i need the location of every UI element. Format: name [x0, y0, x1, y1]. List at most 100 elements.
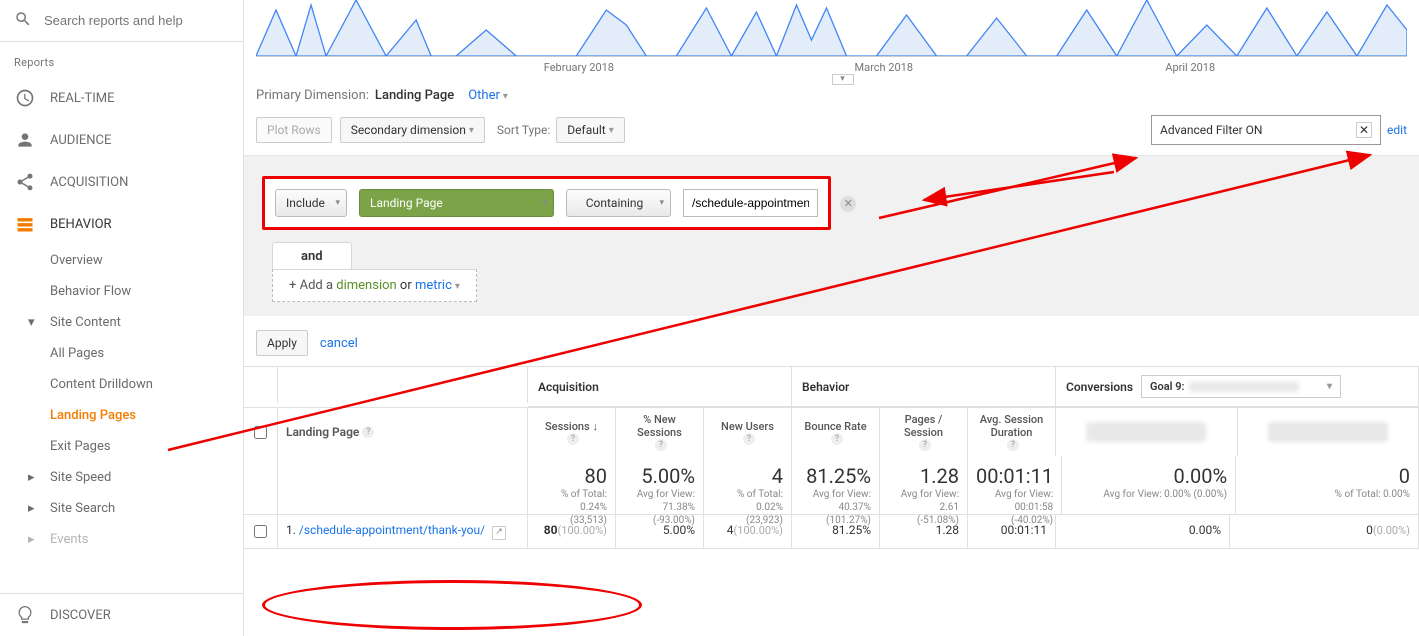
apply-button[interactable]: Apply: [256, 330, 308, 356]
sidebar-item-label: BEHAVIOR: [50, 217, 112, 232]
goal-col-blurred: [1086, 422, 1206, 442]
reports-header: Reports: [0, 42, 243, 77]
help-icon[interactable]: ?: [362, 426, 374, 438]
subnav-events[interactable]: ▸ Events: [0, 524, 243, 555]
search-input[interactable]: [44, 13, 224, 28]
col-label: Avg. Session Duration: [976, 413, 1047, 439]
group-conversions: Conversions Goal 9:▾: [1056, 367, 1419, 407]
col-landing-page[interactable]: Landing Page?: [278, 408, 528, 456]
sort-default-label: Default: [567, 123, 605, 137]
x-tick: April 2018: [1165, 61, 1215, 74]
chart-expand-toggle[interactable]: ▾: [832, 74, 854, 85]
subnav-label: Site Speed: [50, 470, 111, 485]
row-checkbox[interactable]: [244, 515, 278, 548]
table-toolbar: Plot Rows Secondary dimension▾ Sort Type…: [244, 111, 1419, 156]
sort-type-select[interactable]: Default▾: [556, 117, 624, 143]
search-row[interactable]: [0, 0, 243, 42]
conversions-label: Conversions: [1066, 380, 1133, 394]
advanced-filter-chip[interactable]: Advanced Filter ON ✕: [1151, 115, 1381, 145]
or-word: or: [397, 278, 415, 293]
sidebar-item-discover[interactable]: DISCOVER: [0, 593, 243, 636]
col-pages-session[interactable]: Pages / Session?: [880, 408, 968, 456]
sort-type-label: Sort Type:: [497, 123, 550, 137]
landing-page-link[interactable]: /schedule-appointment/thank-you/: [299, 523, 485, 537]
search-icon: [14, 10, 44, 32]
subnav-exit-pages[interactable]: Exit Pages: [0, 431, 243, 462]
caret-down-icon: ▾: [455, 281, 460, 292]
remove-condition-icon[interactable]: ✕: [840, 196, 856, 212]
subnav-behavior-flow[interactable]: Behavior Flow: [0, 276, 243, 307]
edit-filter-link[interactable]: edit: [1387, 123, 1407, 137]
secondary-dimension-select[interactable]: Secondary dimension▾: [340, 117, 485, 143]
sidebar-item-behavior[interactable]: BEHAVIOR: [0, 203, 243, 245]
summary-goal-comp: 0% of Total: 0.00%: [1236, 456, 1419, 514]
sidebar-item-label: ACQUISITION: [50, 175, 128, 190]
help-icon[interactable]: ?: [831, 433, 843, 445]
add-condition-button[interactable]: + Add a dimension or metric▾: [272, 269, 477, 302]
summary-row: 80% of Total:0.24%(33,513) 5.00%Avg for …: [244, 456, 1419, 515]
timeline-chart[interactable]: [256, 0, 1407, 56]
help-icon[interactable]: ?: [743, 433, 755, 445]
caret-down-icon: ▾: [28, 315, 42, 330]
help-icon[interactable]: ?: [1007, 439, 1019, 451]
metric-word: metric: [415, 278, 452, 293]
row-goal-comp: 0(0.00%): [1230, 515, 1419, 548]
filter-value-input[interactable]: [683, 189, 818, 217]
col-goal-conversion-rate[interactable]: [1056, 408, 1238, 456]
col-pct-new-sessions[interactable]: % New Sessions?: [616, 408, 704, 456]
other-label: Other: [468, 88, 500, 103]
plus-icon: + Add a: [289, 278, 336, 293]
help-icon[interactable]: ?: [919, 439, 931, 451]
subnav-all-pages[interactable]: All Pages: [0, 338, 243, 369]
select-all-checkbox[interactable]: [244, 408, 278, 456]
list-icon: [14, 213, 36, 235]
external-link-icon[interactable]: ↗: [492, 526, 506, 540]
plot-rows-button: Plot Rows: [256, 117, 332, 143]
col-new-users[interactable]: New Users?: [704, 408, 792, 456]
sidebar: Reports REAL-TIME AUDIENCE ACQUISITION B…: [0, 0, 244, 636]
sidebar-item-audience[interactable]: AUDIENCE: [0, 119, 243, 161]
primary-dimension-label: Primary Dimension:: [256, 88, 369, 103]
filter-dimension-select[interactable]: Landing Page: [359, 189, 554, 217]
goal-select[interactable]: Goal 9:▾: [1141, 375, 1341, 398]
subnav-site-search[interactable]: ▸Site Search: [0, 493, 243, 524]
help-icon[interactable]: ?: [655, 439, 667, 451]
col-goal-completions[interactable]: [1238, 408, 1419, 456]
filter-condition-row: Include Landing Page Containing: [262, 176, 831, 230]
subnav-label: Site Content: [50, 315, 121, 330]
col-avg-duration[interactable]: Avg. Session Duration?: [968, 408, 1056, 456]
subnav-site-speed[interactable]: ▸Site Speed: [0, 462, 243, 493]
primary-dimension-value[interactable]: Landing Page: [375, 88, 454, 103]
subnav-overview[interactable]: Overview: [0, 245, 243, 276]
share-icon: [14, 171, 36, 193]
filter-operator-select[interactable]: Containing: [566, 189, 671, 217]
chart-x-axis: February 2018 March 2018 April 2018: [256, 56, 1407, 74]
goal-name-blurred: [1189, 382, 1299, 392]
subnav-content-drilldown[interactable]: Content Drilldown: [0, 369, 243, 400]
help-icon[interactable]: ?: [567, 433, 579, 445]
sidebar-item-acquisition[interactable]: ACQUISITION: [0, 161, 243, 203]
close-icon[interactable]: ✕: [1356, 122, 1372, 138]
subnav-label: Events: [50, 532, 88, 547]
select-all-cell: [244, 367, 278, 403]
col-label: New Users: [721, 420, 774, 433]
annotation-ellipse: [262, 580, 642, 630]
include-exclude-select[interactable]: Include: [275, 189, 347, 217]
x-tick: March 2018: [855, 61, 914, 74]
subnav-landing-pages[interactable]: Landing Pages: [0, 400, 243, 431]
caret-down-icon: ▾: [503, 91, 508, 102]
summary-bounce: 81.25%Avg for View:40.37%(101.27%): [792, 456, 880, 514]
x-tick: February 2018: [544, 61, 614, 74]
subnav-site-content[interactable]: ▾ Site Content: [0, 307, 243, 338]
sidebar-item-realtime[interactable]: REAL-TIME: [0, 77, 243, 119]
goal-sel-label: Goal 9:: [1150, 380, 1185, 393]
caret-right-icon: ▸: [28, 532, 42, 547]
col-sessions[interactable]: Sessions ↓?: [528, 408, 616, 456]
summary-goal-rate: 0.00%Avg for View: 0.00% (0.00%): [1062, 456, 1236, 514]
primary-dimension-other[interactable]: Other▾: [468, 88, 508, 103]
filter-builder: Include Landing Page Containing ✕ and + …: [244, 156, 1419, 316]
col-bounce-rate[interactable]: Bounce Rate?: [792, 408, 880, 456]
cancel-link[interactable]: cancel: [320, 336, 358, 351]
col-label: % New Sessions: [624, 413, 695, 439]
row-goal-rate: 0.00%: [1056, 515, 1230, 548]
